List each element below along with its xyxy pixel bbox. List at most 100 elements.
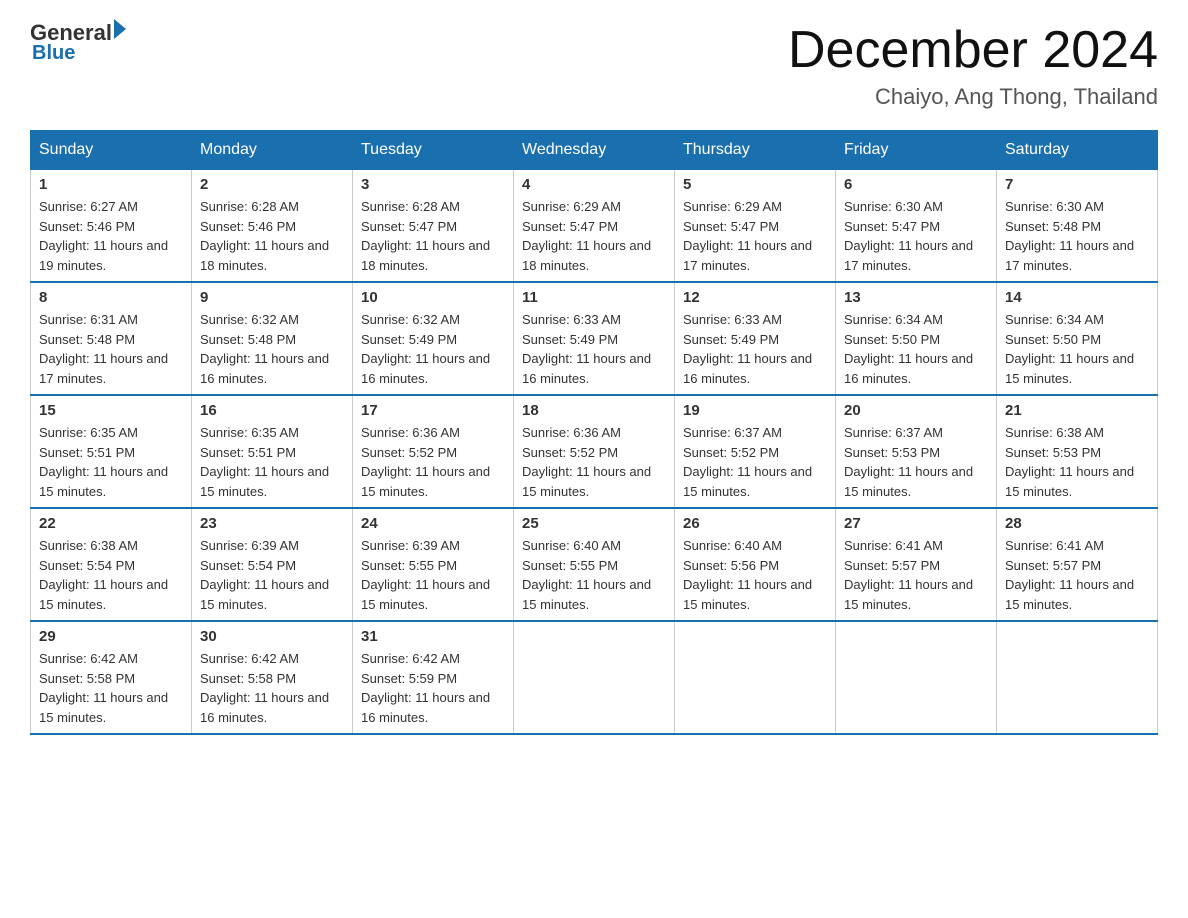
day-number: 5: [683, 176, 827, 193]
day-cell: 8 Sunrise: 6:31 AMSunset: 5:48 PMDaylight…: [31, 282, 192, 395]
day-cell: 17Sunrise: 6:36 AMSunset: 5:52 PMDayligh…: [353, 395, 514, 508]
day-info: Sunrise: 6:33 AMSunset: 5:49 PMDaylight:…: [683, 310, 827, 388]
day-number: 4: [522, 176, 666, 193]
day-cell: 11 Sunrise: 6:33 AMSunset: 5:49 PMDayligh…: [514, 282, 675, 395]
day-cell: 5 Sunrise: 6:29 AMSunset: 5:47 PMDaylight…: [675, 170, 836, 283]
day-number: 23: [200, 515, 344, 532]
day-number: 21: [1005, 402, 1149, 419]
day-cell: 26Sunrise: 6:40 AMSunset: 5:56 PMDayligh…: [675, 508, 836, 621]
day-info: Sunrise: 6:34 AMSunset: 5:50 PMDaylight:…: [844, 310, 988, 388]
day-cell: 7 Sunrise: 6:30 AMSunset: 5:48 PMDaylight…: [997, 170, 1158, 283]
day-number: 19: [683, 402, 827, 419]
day-info: Sunrise: 6:28 AMSunset: 5:47 PMDaylight:…: [361, 197, 505, 275]
logo-text-blue: Blue: [32, 42, 126, 65]
day-cell: 12 Sunrise: 6:33 AMSunset: 5:49 PMDayligh…: [675, 282, 836, 395]
day-info: Sunrise: 6:29 AMSunset: 5:47 PMDaylight:…: [522, 197, 666, 275]
location-title: Chaiyo, Ang Thong, Thailand: [788, 84, 1158, 110]
day-cell: 27 Sunrise: 6:41 AMSunset: 5:57 PMDayligh…: [836, 508, 997, 621]
day-cell: 22Sunrise: 6:38 AMSunset: 5:54 PMDayligh…: [31, 508, 192, 621]
day-info: Sunrise: 6:40 AMSunset: 5:56 PMDaylight:…: [683, 536, 827, 614]
day-cell: 23 Sunrise: 6:39 AMSunset: 5:54 PMDayligh…: [192, 508, 353, 621]
day-cell: [675, 621, 836, 734]
day-info: Sunrise: 6:34 AMSunset: 5:50 PMDaylight:…: [1005, 310, 1149, 388]
day-number: 9: [200, 289, 344, 306]
day-number: 8: [39, 289, 183, 306]
day-cell: 29 Sunrise: 6:42 AMSunset: 5:58 PMDayligh…: [31, 621, 192, 734]
header-friday: Friday: [836, 131, 997, 170]
day-number: 10: [361, 289, 505, 306]
header-sunday: Sunday: [31, 131, 192, 170]
day-cell: 9 Sunrise: 6:32 AMSunset: 5:48 PMDaylight…: [192, 282, 353, 395]
day-number: 25: [522, 515, 666, 532]
day-number: 14: [1005, 289, 1149, 306]
day-number: 2: [200, 176, 344, 193]
day-info: Sunrise: 6:31 AMSunset: 5:48 PMDaylight:…: [39, 310, 183, 388]
day-info: Sunrise: 6:30 AMSunset: 5:48 PMDaylight:…: [1005, 197, 1149, 275]
week-row-5: 29 Sunrise: 6:42 AMSunset: 5:58 PMDayligh…: [31, 621, 1158, 734]
day-info: Sunrise: 6:40 AMSunset: 5:55 PMDaylight:…: [522, 536, 666, 614]
day-number: 18: [522, 402, 666, 419]
day-cell: [997, 621, 1158, 734]
day-number: 11: [522, 289, 666, 306]
day-info: Sunrise: 6:35 AMSunset: 5:51 PMDaylight:…: [200, 423, 344, 501]
day-number: 17: [361, 402, 505, 419]
day-number: 3: [361, 176, 505, 193]
month-title: December 2024: [788, 20, 1158, 80]
day-info: Sunrise: 6:32 AMSunset: 5:49 PMDaylight:…: [361, 310, 505, 388]
week-row-2: 8 Sunrise: 6:31 AMSunset: 5:48 PMDaylight…: [31, 282, 1158, 395]
day-info: Sunrise: 6:41 AMSunset: 5:57 PMDaylight:…: [1005, 536, 1149, 614]
day-info: Sunrise: 6:33 AMSunset: 5:49 PMDaylight:…: [522, 310, 666, 388]
day-cell: 2 Sunrise: 6:28 AMSunset: 5:46 PMDaylight…: [192, 170, 353, 283]
day-number: 15: [39, 402, 183, 419]
day-info: Sunrise: 6:27 AMSunset: 5:46 PMDaylight:…: [39, 197, 183, 275]
day-cell: [514, 621, 675, 734]
day-cell: [836, 621, 997, 734]
day-info: Sunrise: 6:42 AMSunset: 5:58 PMDaylight:…: [200, 649, 344, 727]
day-number: 27: [844, 515, 988, 532]
day-cell: 13 Sunrise: 6:34 AMSunset: 5:50 PMDayligh…: [836, 282, 997, 395]
day-cell: 25 Sunrise: 6:40 AMSunset: 5:55 PMDayligh…: [514, 508, 675, 621]
day-number: 12: [683, 289, 827, 306]
day-cell: 24 Sunrise: 6:39 AMSunset: 5:55 PMDayligh…: [353, 508, 514, 621]
header-monday: Monday: [192, 131, 353, 170]
day-number: 30: [200, 628, 344, 645]
day-info: Sunrise: 6:39 AMSunset: 5:55 PMDaylight:…: [361, 536, 505, 614]
logo-arrow-icon: [114, 19, 126, 39]
day-number: 7: [1005, 176, 1149, 193]
day-info: Sunrise: 6:39 AMSunset: 5:54 PMDaylight:…: [200, 536, 344, 614]
day-info: Sunrise: 6:42 AMSunset: 5:58 PMDaylight:…: [39, 649, 183, 727]
day-cell: 6Sunrise: 6:30 AMSunset: 5:47 PMDaylight…: [836, 170, 997, 283]
day-info: Sunrise: 6:38 AMSunset: 5:53 PMDaylight:…: [1005, 423, 1149, 501]
day-number: 24: [361, 515, 505, 532]
day-info: Sunrise: 6:30 AMSunset: 5:47 PMDaylight:…: [844, 197, 988, 275]
header-saturday: Saturday: [997, 131, 1158, 170]
day-number: 13: [844, 289, 988, 306]
day-number: 28: [1005, 515, 1149, 532]
day-cell: 3 Sunrise: 6:28 AMSunset: 5:47 PMDaylight…: [353, 170, 514, 283]
day-info: Sunrise: 6:32 AMSunset: 5:48 PMDaylight:…: [200, 310, 344, 388]
title-area: December 2024 Chaiyo, Ang Thong, Thailan…: [788, 20, 1158, 110]
week-row-3: 15 Sunrise: 6:35 AMSunset: 5:51 PMDayligh…: [31, 395, 1158, 508]
day-info: Sunrise: 6:28 AMSunset: 5:46 PMDaylight:…: [200, 197, 344, 275]
logo: General Blue: [30, 20, 126, 65]
day-info: Sunrise: 6:41 AMSunset: 5:57 PMDaylight:…: [844, 536, 988, 614]
day-info: Sunrise: 6:35 AMSunset: 5:51 PMDaylight:…: [39, 423, 183, 501]
calendar-body: 1 Sunrise: 6:27 AMSunset: 5:46 PMDaylight…: [31, 170, 1158, 735]
day-number: 29: [39, 628, 183, 645]
day-info: Sunrise: 6:29 AMSunset: 5:47 PMDaylight:…: [683, 197, 827, 275]
day-cell: 21 Sunrise: 6:38 AMSunset: 5:53 PMDayligh…: [997, 395, 1158, 508]
day-cell: 14 Sunrise: 6:34 AMSunset: 5:50 PMDayligh…: [997, 282, 1158, 395]
day-number: 16: [200, 402, 344, 419]
day-cell: 1 Sunrise: 6:27 AMSunset: 5:46 PMDaylight…: [31, 170, 192, 283]
header-row: SundayMondayTuesdayWednesdayThursdayFrid…: [31, 131, 1158, 170]
day-cell: 20Sunrise: 6:37 AMSunset: 5:53 PMDayligh…: [836, 395, 997, 508]
header-tuesday: Tuesday: [353, 131, 514, 170]
week-row-1: 1 Sunrise: 6:27 AMSunset: 5:46 PMDaylight…: [31, 170, 1158, 283]
day-number: 31: [361, 628, 505, 645]
day-cell: 19Sunrise: 6:37 AMSunset: 5:52 PMDayligh…: [675, 395, 836, 508]
day-cell: 30 Sunrise: 6:42 AMSunset: 5:58 PMDayligh…: [192, 621, 353, 734]
day-cell: 4 Sunrise: 6:29 AMSunset: 5:47 PMDaylight…: [514, 170, 675, 283]
day-number: 1: [39, 176, 183, 193]
day-info: Sunrise: 6:37 AMSunset: 5:53 PMDaylight:…: [844, 423, 988, 501]
day-cell: 31Sunrise: 6:42 AMSunset: 5:59 PMDayligh…: [353, 621, 514, 734]
